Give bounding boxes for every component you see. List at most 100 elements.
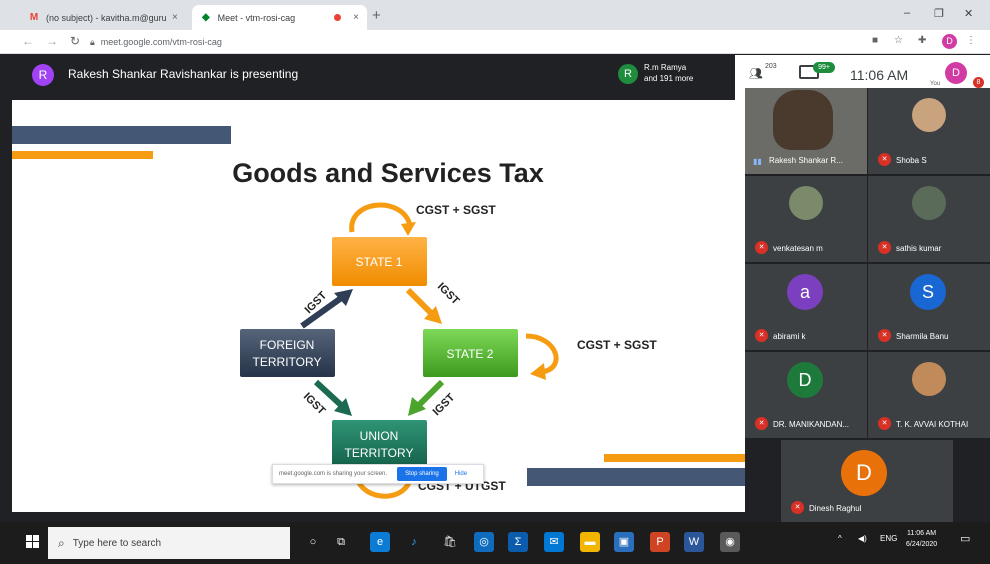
participant-photo (789, 186, 823, 220)
app-icon[interactable]: ♪ (404, 532, 424, 552)
screen-share-notice: meet.google.com is sharing your screen. … (272, 464, 484, 484)
search-placeholder: Type here to search (72, 537, 162, 549)
participant-name: venkatesan m (773, 244, 823, 253)
maximize-button[interactable]: ❐ (934, 7, 944, 20)
presenter-avatar: R (32, 64, 54, 86)
state-2-label: STATE 2 (447, 347, 494, 361)
taskbar-search[interactable]: ⌕ Type here to search (48, 527, 290, 559)
participant-photo (912, 98, 946, 132)
windows-start-icon[interactable] (26, 535, 40, 549)
tab-title: (no subject) - kavitha.m@guruna (46, 12, 166, 23)
minimize-button[interactable]: – (904, 7, 910, 19)
mic-off-icon: ✕ (755, 329, 768, 342)
participant-tile[interactable]: ✕ T. K. AVVAI KOTHAI (868, 352, 990, 438)
participant-tile[interactable]: ▮▮ Rakesh Shankar R... (745, 88, 867, 174)
union-line-2: TERRITORY (345, 446, 414, 460)
mic-off-icon: ✕ (755, 417, 768, 430)
participant-name: T. K. AVVAI KOTHAI (896, 420, 969, 429)
word-icon[interactable]: W (684, 532, 704, 552)
participant-tile[interactable]: ✕ sathis kumar (868, 176, 990, 262)
powerpoint-icon[interactable]: P (650, 532, 670, 552)
you-label: You (930, 81, 941, 87)
browser-icon[interactable]: ◎ (474, 532, 494, 552)
loop-arrow-top-head (401, 222, 416, 236)
igst-label-2: IGST (435, 281, 462, 308)
mic-off-icon: ✕ (755, 241, 768, 254)
self-avatar[interactable]: D (945, 62, 967, 84)
speaking-icon: ▮▮ (753, 157, 762, 166)
tray-chevron-icon[interactable]: ^ (838, 534, 842, 543)
extensions-icon[interactable]: ✚ (918, 35, 926, 46)
file-explorer-icon[interactable]: ▬ (580, 532, 600, 552)
participant-name: sathis kumar (896, 244, 942, 253)
mic-off-icon: ✕ (878, 329, 891, 342)
url-field[interactable]: 🔒︎ meet.google.com/vtm-rosi-cag (90, 33, 850, 51)
participant-tile[interactable]: D ✕ DR. MANIKANDAN... (745, 352, 867, 438)
close-icon[interactable]: × (172, 12, 178, 23)
participant-video (773, 90, 833, 150)
mail-icon[interactable]: ✉ (544, 532, 564, 552)
participant-tile[interactable]: ✕ venkatesan m (745, 176, 867, 262)
browser-tab-bar: M (no subject) - kavitha.m@guruna × ◆ Me… (0, 0, 990, 30)
slide-title: Goods and Services Tax (232, 158, 544, 188)
foreign-line-2: TERRITORY (253, 355, 322, 369)
decor-bar-orange-bottom (604, 454, 745, 462)
arrow-state1-to-state2 (405, 287, 435, 317)
foreign-line-1: FOREIGN (260, 338, 315, 352)
notification-icon[interactable]: ▭ (960, 532, 970, 545)
star-icon[interactable]: ☆ (894, 35, 903, 46)
tray-language[interactable]: ENG (880, 534, 897, 543)
stop-sharing-button[interactable]: Stop sharing (397, 467, 447, 481)
union-line-1: UNION (360, 429, 399, 443)
pinned-name: R.m Ramya (644, 63, 687, 72)
participant-tile[interactable]: D ✕ Dinesh Raghul (781, 440, 953, 522)
edge-icon[interactable]: e (370, 532, 390, 552)
people-icon[interactable]: 👥︎ (749, 67, 763, 80)
participant-name: abirami k (773, 332, 806, 341)
task-view-icon[interactable]: ⧉ (331, 532, 351, 552)
tray-date: 6/24/2020 (906, 541, 938, 548)
url-text: meet.google.com/vtm-rosi-cag (100, 37, 222, 47)
camera-icon[interactable]: ■ (872, 35, 878, 46)
tab-gmail[interactable]: M (no subject) - kavitha.m@guruna × (20, 5, 190, 30)
forward-icon[interactable]: → (46, 34, 58, 48)
volume-icon[interactable]: ◀) (858, 534, 867, 543)
participant-tile[interactable]: a ✕ abirami k (745, 264, 867, 350)
photos-icon[interactable]: ▣ (614, 532, 634, 552)
decor-bar-orange (12, 151, 153, 159)
back-icon[interactable]: ← (22, 34, 34, 48)
tray-time: 11:06 AM (907, 530, 937, 537)
state-1-label: STATE 1 (356, 255, 403, 269)
participant-avatar: D (787, 362, 823, 398)
tab-meet[interactable]: ◆ Meet - vtm-rosi-cag × (192, 5, 367, 30)
new-tab-button[interactable]: + (372, 7, 381, 24)
union-territory-box (332, 420, 427, 468)
chrome-icon[interactable]: ◉ (720, 532, 740, 552)
participant-avatar: a (787, 274, 823, 310)
participant-photo (912, 362, 946, 396)
profile-avatar[interactable]: D (942, 34, 957, 49)
foreign-territory-box (240, 329, 335, 377)
tray-clock[interactable]: 11:06 AM 6/24/2020 (906, 528, 937, 550)
participant-photo (912, 186, 946, 220)
presenting-label: Rakesh Shankar Ravishankar is presenting (68, 67, 299, 81)
cortana-icon[interactable]: ○ (303, 532, 323, 552)
store-icon[interactable]: 🛍︎ (440, 532, 460, 552)
participant-tile[interactable]: ✕ Shoba S (868, 88, 990, 174)
close-window-button[interactable]: ✕ (964, 7, 973, 20)
mic-off-icon: ✕ (878, 417, 891, 430)
participant-name: Rakesh Shankar R... (769, 156, 843, 165)
participant-tile[interactable]: S ✕ Sharmila Banu (868, 264, 990, 350)
search-icon: ⌕ (58, 535, 65, 550)
pinned-participants[interactable]: R.m Ramya and 191 more (644, 62, 693, 84)
close-icon[interactable]: × (353, 12, 359, 23)
meet-icon: ◆ (201, 12, 210, 23)
reload-icon[interactable]: ↻ (70, 34, 80, 48)
menu-icon[interactable]: ⋮ (966, 35, 976, 46)
notification-badge: 8 (973, 77, 984, 88)
label-cgst-sgst-top: CGST + SGST (416, 203, 496, 217)
hide-button[interactable]: Hide (455, 471, 467, 477)
meeting-clock: 11:06 AM (850, 67, 909, 83)
calculator-icon[interactable]: Σ (508, 532, 528, 552)
presentation-slide: Goods and Services Tax CGST + SGST STATE… (12, 100, 745, 512)
